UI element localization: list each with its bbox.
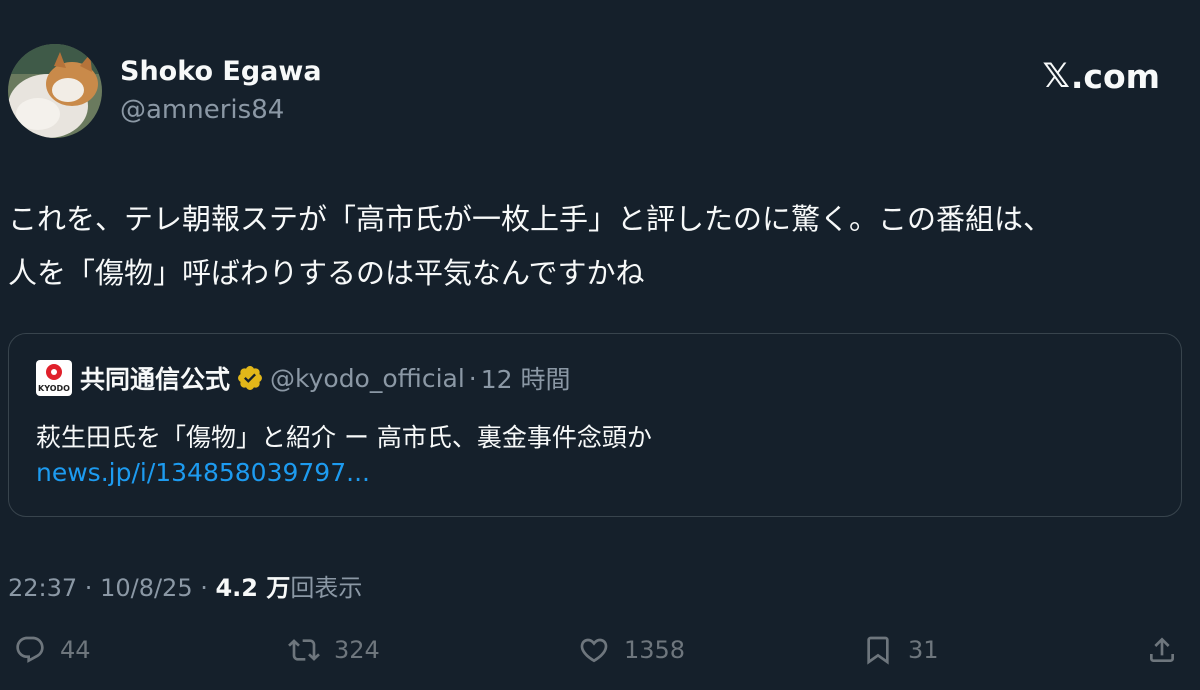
quoted-tweet-text: 萩生田氏を「傷物」と紹介 ー 高市氏、裏金事件念頭か — [36, 423, 652, 452]
reply-button[interactable]: 44 — [14, 634, 91, 666]
share-icon — [1150, 637, 1174, 662]
meta-separator: · — [77, 574, 101, 602]
action-bar: 44 324 1358 31 — [0, 634, 1200, 678]
views-count: 4.2 万 — [215, 574, 291, 602]
bookmark-count: 31 — [908, 636, 939, 664]
meta-separator: · — [192, 574, 216, 602]
author-name[interactable]: Shoko Egawa — [120, 56, 322, 87]
author-handle[interactable]: @amneris84 — [120, 95, 284, 125]
heart-icon — [580, 638, 608, 663]
separator-dot: · — [468, 363, 477, 393]
retweet-button[interactable]: 324 — [288, 634, 380, 666]
kyodo-logo-icon: KYODO — [36, 360, 72, 396]
verified-gold-badge-icon — [238, 366, 262, 390]
reply-icon — [16, 636, 44, 663]
cat-avatar-icon — [8, 44, 102, 138]
retweet-icon — [288, 639, 320, 661]
x-com-brand: 𝕏 .com — [1042, 56, 1160, 96]
bookmark-icon — [867, 636, 889, 665]
author-avatar[interactable] — [8, 44, 102, 138]
bookmark-button[interactable]: 31 — [862, 634, 939, 666]
quoted-tweet-link[interactable]: news.jp/i/134858039797... — [36, 458, 370, 487]
quoted-author-handle[interactable]: @kyodo_official — [270, 364, 465, 393]
quoted-tweet-time[interactable]: 12 時間 — [481, 360, 571, 396]
views-label: 回表示 — [290, 574, 363, 602]
tweet-date[interactable]: 10/8/25 — [100, 574, 193, 602]
brand-text: .com — [1070, 56, 1160, 96]
tweet-meta: 22:37 · 10/8/25 · 4.2 万回表示 — [8, 568, 362, 603]
like-count: 1358 — [624, 636, 686, 664]
retweet-count: 324 — [334, 636, 380, 664]
quoted-author-name[interactable]: 共同通信公式 — [80, 360, 230, 396]
tweet-text: これを、テレ朝報ステが「高市氏が一枚上手」と評したのに驚く。この番組は、 人を「… — [8, 202, 1053, 290]
tweet-time[interactable]: 22:37 — [8, 574, 77, 602]
like-button[interactable]: 1358 — [578, 634, 685, 666]
share-button[interactable] — [1146, 634, 1192, 666]
quoted-tweet-card[interactable]: KYODO 共同通信公式 @kyodo_official · 12 時間 萩生田… — [8, 333, 1182, 517]
quoted-tweet-header: KYODO 共同通信公式 @kyodo_official · 12 時間 — [36, 360, 571, 396]
reply-count: 44 — [60, 636, 91, 664]
x-logo-icon: 𝕏 — [1042, 56, 1070, 96]
